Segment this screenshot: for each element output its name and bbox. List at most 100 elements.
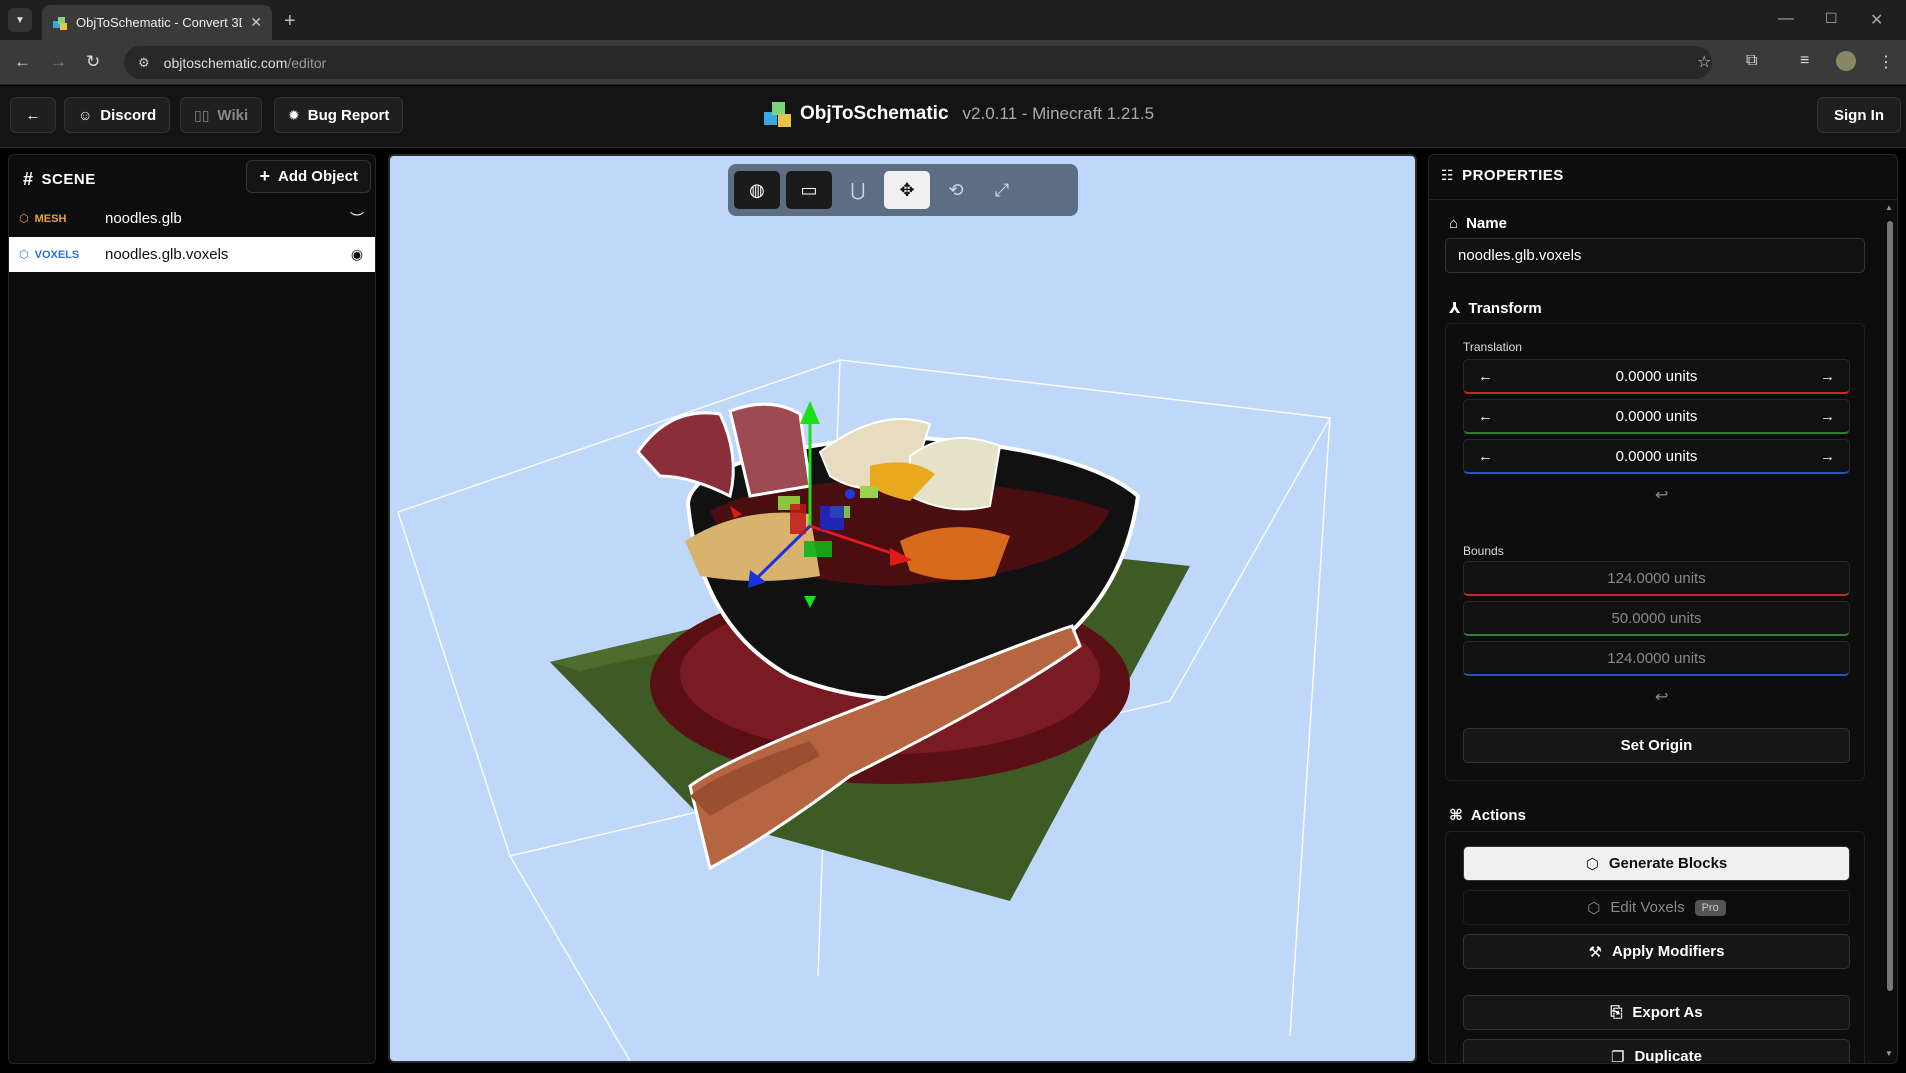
magnet-icon[interactable]: ⋃ (838, 171, 878, 209)
arrow-right-icon[interactable]: → (1820, 448, 1835, 465)
3d-viewport[interactable]: ◍ ▭ ⋃ ✥ ⟲ ⤢ (388, 154, 1417, 1063)
tag-icon: ⌂ (1449, 215, 1459, 232)
app-header: ← ☺ Discord ▯▯ Wiki ✹ Bug Report ObjToSc… (0, 86, 1906, 148)
rotate-icon[interactable]: ⟲ (936, 171, 976, 209)
arrow-left-icon[interactable]: ← (1478, 448, 1493, 465)
wrench-icon: ⚒ (1588, 943, 1602, 961)
sign-in-button[interactable]: Sign In (1817, 97, 1901, 133)
close-tab-icon[interactable]: ✕ (250, 14, 262, 31)
arrow-left-icon[interactable]: ← (1478, 368, 1493, 385)
cube-icon: ⬡ (1585, 855, 1599, 873)
bookmark-star-icon[interactable]: ☆ (1697, 52, 1711, 72)
arrow-left-icon: ← (25, 106, 41, 124)
browser-tab[interactable]: ObjToSchematic - Convert 3D m ✕ (42, 5, 272, 40)
plus-icon: + (259, 166, 270, 186)
browser-toolbar: ← → ↻ ⚙ objtoschematic.com/editor ☆ ⧉ ≡ … (0, 40, 1906, 85)
transform-label: Transform (1468, 299, 1542, 317)
tab-search-button[interactable]: ▼ (8, 8, 32, 32)
scroll-down-icon[interactable]: ▼ (1885, 1049, 1893, 1058)
cube-icon: ⬡ (19, 249, 29, 261)
hash-icon: # (23, 169, 34, 189)
profile-avatar[interactable] (1836, 51, 1856, 71)
eye-closed-icon[interactable]: ︶ (339, 209, 375, 229)
site-info-icon[interactable]: ⚙ (138, 55, 150, 71)
site-favicon-icon (53, 16, 67, 30)
sign-in-label: Sign In (1834, 106, 1884, 124)
forward-icon[interactable]: → (50, 52, 67, 72)
new-tab-button[interactable]: + (284, 10, 296, 33)
duplicate-icon: ❐ (1611, 1048, 1625, 1064)
translation-z-field[interactable]: ← 0.0000 units → (1463, 439, 1850, 474)
arrow-left-icon[interactable]: ← (1478, 408, 1493, 425)
move-icon[interactable]: ✥ (884, 171, 930, 209)
bounds-label: Bounds (1463, 544, 1504, 558)
translation-y-value: 0.0000 units (1615, 407, 1698, 425)
apply-modifiers-button[interactable]: ⚒ Apply Modifiers (1463, 934, 1850, 969)
edit-voxels-label: Edit Voxels (1610, 899, 1685, 916)
scroll-up-icon[interactable]: ▲ (1885, 203, 1893, 212)
eye-icon[interactable]: ◉ (339, 246, 375, 263)
url-domain: objtoschematic.com (163, 54, 288, 71)
translation-x-value: 0.0000 units (1615, 367, 1698, 385)
media-controls-icon[interactable]: ≡ (1800, 52, 1809, 70)
bug-icon: ✹ (288, 106, 300, 123)
address-bar[interactable]: ⚙ objtoschematic.com/editor (124, 46, 1712, 79)
scene-item-voxels[interactable]: ⬡ VOXELS noodles.glb.voxels ◉ (9, 237, 375, 272)
discord-label: Discord (100, 106, 157, 124)
transform-section-title: ⅄ Transform (1449, 299, 1542, 318)
reset-bounds-icon[interactable]: ↩ (1655, 687, 1668, 707)
app-brand: ObjToSchematic v2.0.11 - Minecraft 1.21.… (764, 100, 1154, 128)
browser-menu-icon[interactable]: ⋮ (1878, 52, 1894, 72)
add-object-button[interactable]: + Add Object (246, 160, 371, 193)
properties-title: ☷ PROPERTIES (1441, 167, 1564, 184)
app-logo-icon (764, 100, 792, 128)
translation-y-field[interactable]: ← 0.0000 units → (1463, 399, 1850, 434)
translation-label: Translation (1463, 340, 1522, 354)
mesh-icon: ⬡ (19, 213, 29, 225)
close-window-icon[interactable]: ✕ (1870, 10, 1883, 30)
generate-blocks-button[interactable]: ⬡ Generate Blocks (1463, 846, 1850, 881)
actions-label: Actions (1470, 806, 1526, 824)
bug-report-button[interactable]: ✹ Bug Report (274, 97, 404, 133)
properties-scrollbar[interactable]: ▲ ▼ (1884, 201, 1896, 1061)
discord-button[interactable]: ☺ Discord (64, 97, 171, 133)
extensions-icon[interactable]: ⧉ (1746, 52, 1757, 70)
set-origin-button[interactable]: Set Origin (1463, 728, 1850, 763)
export-as-button[interactable]: ⎘ Export As (1463, 995, 1850, 1030)
chevron-down-icon: ▼ (15, 14, 25, 26)
edit-voxels-button[interactable]: ⬡ Edit Voxels Pro (1463, 890, 1850, 925)
translation-x-field[interactable]: ← 0.0000 units → (1463, 359, 1850, 394)
command-icon: ⌘ (1449, 807, 1463, 824)
voxel-model-render (397, 359, 1332, 1061)
scene-item-mesh[interactable]: ⬡ MESH noodles.glb ︶ (9, 201, 375, 236)
app-version: v2.0.11 - Minecraft 1.21.5 (962, 104, 1155, 123)
app-name: ObjToSchematic (800, 103, 949, 124)
reset-translation-icon[interactable]: ↩ (1655, 485, 1668, 505)
globe-icon[interactable]: ◍ (734, 171, 780, 209)
back-button[interactable]: ← (10, 97, 56, 133)
scale-icon[interactable]: ⤢ (982, 171, 1022, 209)
wiki-button[interactable]: ▯▯ Wiki (180, 97, 263, 133)
wiki-label: Wiki (217, 106, 249, 124)
voxels-tag: VOXELS (34, 248, 80, 261)
bug-report-label: Bug Report (307, 106, 390, 124)
add-object-label: Add Object (277, 168, 358, 185)
back-icon[interactable]: ← (14, 52, 31, 72)
arrow-right-icon[interactable]: → (1820, 408, 1835, 425)
generate-blocks-label: Generate Blocks (1608, 855, 1728, 872)
browser-tab-strip: ▼ ObjToSchematic - Convert 3D m ✕ + — ☐ … (0, 0, 1906, 40)
camera-icon[interactable]: ▭ (786, 171, 832, 209)
duplicate-label: Duplicate (1634, 1048, 1702, 1064)
translation-z-value: 0.0000 units (1615, 447, 1698, 465)
apply-modifiers-label: Apply Modifiers (1611, 943, 1725, 960)
scrollbar-thumb[interactable] (1887, 221, 1893, 991)
maximize-icon[interactable]: ☐ (1825, 10, 1838, 27)
name-input[interactable]: noodles.glb.voxels (1445, 238, 1865, 273)
divider (1429, 199, 1897, 200)
reload-icon[interactable]: ↻ (86, 52, 100, 72)
minimize-icon[interactable]: — (1778, 10, 1794, 28)
arrow-right-icon[interactable]: → (1820, 368, 1835, 385)
bounds-x-field: 124.0000 units (1463, 561, 1850, 596)
duplicate-button[interactable]: ❐ Duplicate (1463, 1039, 1850, 1064)
discord-icon: ☺ (78, 107, 93, 123)
